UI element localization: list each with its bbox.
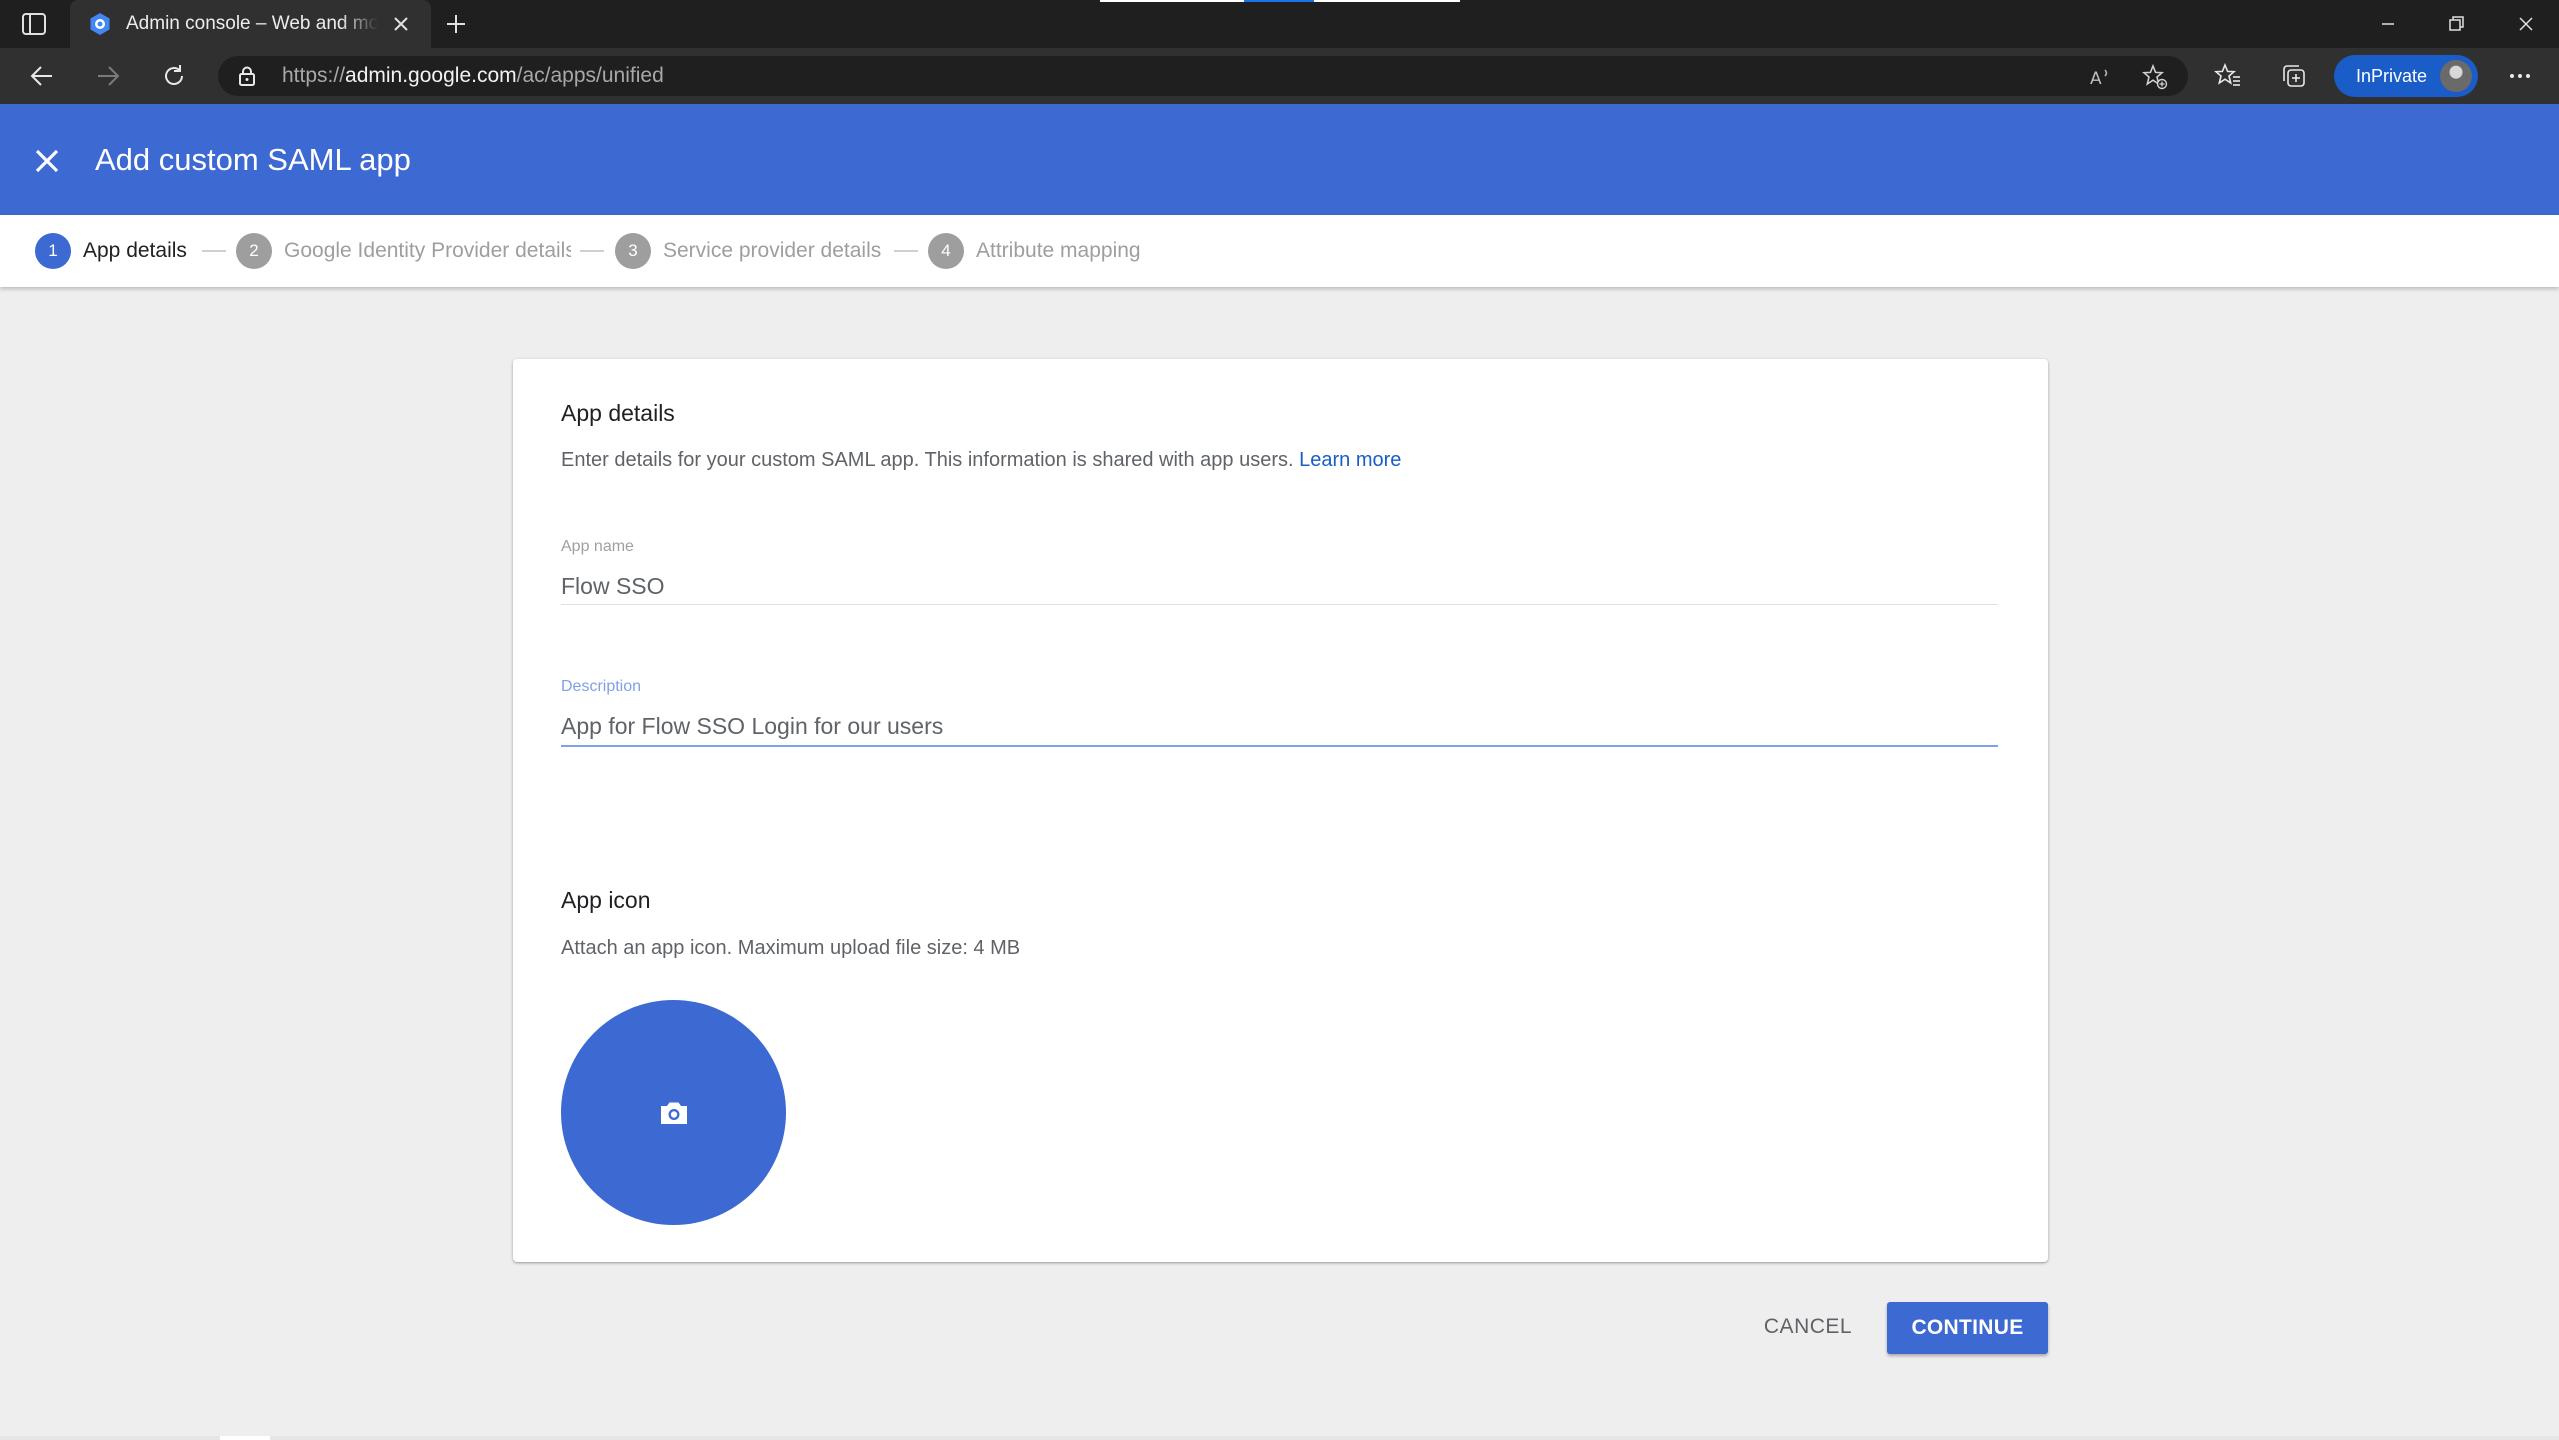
step-app-details[interactable]: 1 App details <box>35 233 195 269</box>
bottom-edge-mark <box>220 1436 270 1440</box>
back-icon[interactable] <box>28 62 56 90</box>
description-field[interactable]: App for Flow SSO Login for our users <box>561 712 943 740</box>
step-label: Service provider details <box>663 239 882 262</box>
stepper: 1 App details 2 Google Identity Provider… <box>0 215 2559 287</box>
minimize-icon[interactable] <box>2376 12 2400 36</box>
browser-tab[interactable]: Admin console – Web and mobile apps <box>70 0 431 48</box>
url-host: admin.google.com <box>345 64 517 87</box>
cancel-button[interactable]: CANCEL <box>1740 1302 1876 1352</box>
read-aloud-icon[interactable]: A <box>2088 64 2114 90</box>
app-details-description: Enter details for your custom SAML app. … <box>561 447 1401 473</box>
step-number: 3 <box>615 233 651 269</box>
step-separator <box>580 250 604 252</box>
browser-toolbar: https://admin.google.com/ac/apps/unified… <box>0 48 2559 104</box>
tab-title: Admin console – Web and mobile apps <box>126 13 378 34</box>
svg-text:A: A <box>2090 69 2102 89</box>
learn-more-link[interactable]: Learn more <box>1299 449 1401 471</box>
step-service-provider-details[interactable]: 3 Service provider details <box>615 233 890 269</box>
more-options-icon[interactable] <box>2506 64 2534 88</box>
address-bar[interactable]: https://admin.google.com/ac/apps/unified… <box>218 56 2188 96</box>
favorites-icon[interactable] <box>2214 62 2242 90</box>
app-icon-upload[interactable] <box>561 1000 786 1225</box>
page-title: Add custom SAML app <box>95 142 411 177</box>
top-indicator-active <box>1244 0 1314 2</box>
lock-icon[interactable] <box>236 65 258 87</box>
top-indicator <box>1100 0 1244 2</box>
app-name-label: App name <box>561 538 634 555</box>
bottom-edge <box>0 1436 2559 1440</box>
forward-icon[interactable] <box>94 62 122 90</box>
step-google-idp-details[interactable]: 2 Google Identity Provider details <box>236 233 571 269</box>
app-details-card: App details Enter details for your custo… <box>513 359 2048 1262</box>
profile-avatar <box>2440 60 2472 92</box>
refresh-icon[interactable] <box>160 62 188 90</box>
app-name-underline <box>561 604 1998 605</box>
add-favorite-icon[interactable] <box>2142 64 2168 90</box>
admin-console-favicon-icon <box>90 13 110 35</box>
inprivate-button[interactable]: InPrivate <box>2334 55 2478 97</box>
url-path: /ac/apps/unified <box>516 64 664 87</box>
url-text: https://admin.google.com/ac/apps/unified <box>282 64 664 88</box>
continue-button[interactable]: CONTINUE <box>1887 1302 2048 1354</box>
app-details-title: App details <box>561 400 675 426</box>
browser-tab-bar: Admin console – Web and mobile apps <box>0 0 2559 48</box>
description-label: Description <box>561 678 642 695</box>
step-label: Google Identity Provider details <box>284 239 571 262</box>
inprivate-label: InPrivate <box>2356 66 2428 86</box>
description-underline <box>561 745 1998 747</box>
app-name-field[interactable]: Flow SSO <box>561 572 665 600</box>
app-icon-title: App icon <box>561 887 651 913</box>
window-close-icon[interactable] <box>2514 12 2538 36</box>
app-details-description-text: Enter details for your custom SAML app. … <box>561 449 1294 471</box>
tab-close-icon[interactable] <box>390 13 412 35</box>
top-indicator <box>1314 0 1460 2</box>
new-tab-icon[interactable] <box>444 12 468 36</box>
tab-actions-icon[interactable] <box>20 12 48 36</box>
close-icon[interactable] <box>32 146 62 176</box>
step-number: 2 <box>236 233 272 269</box>
restore-icon[interactable] <box>2444 12 2468 36</box>
step-label: Attribute mapping <box>976 239 1141 262</box>
collections-icon[interactable] <box>2280 62 2308 90</box>
app-icon-description: Attach an app icon. Maximum upload file … <box>561 937 1021 959</box>
step-separator <box>894 250 918 252</box>
step-number: 4 <box>928 233 964 269</box>
url-scheme: https:// <box>282 64 346 87</box>
step-label: App details <box>83 239 187 262</box>
camera-icon <box>661 1102 687 1124</box>
app-header: Add custom SAML app <box>0 104 2559 215</box>
step-separator <box>202 250 226 252</box>
step-attribute-mapping[interactable]: 4 Attribute mapping <box>928 233 1178 269</box>
step-number: 1 <box>35 233 71 269</box>
